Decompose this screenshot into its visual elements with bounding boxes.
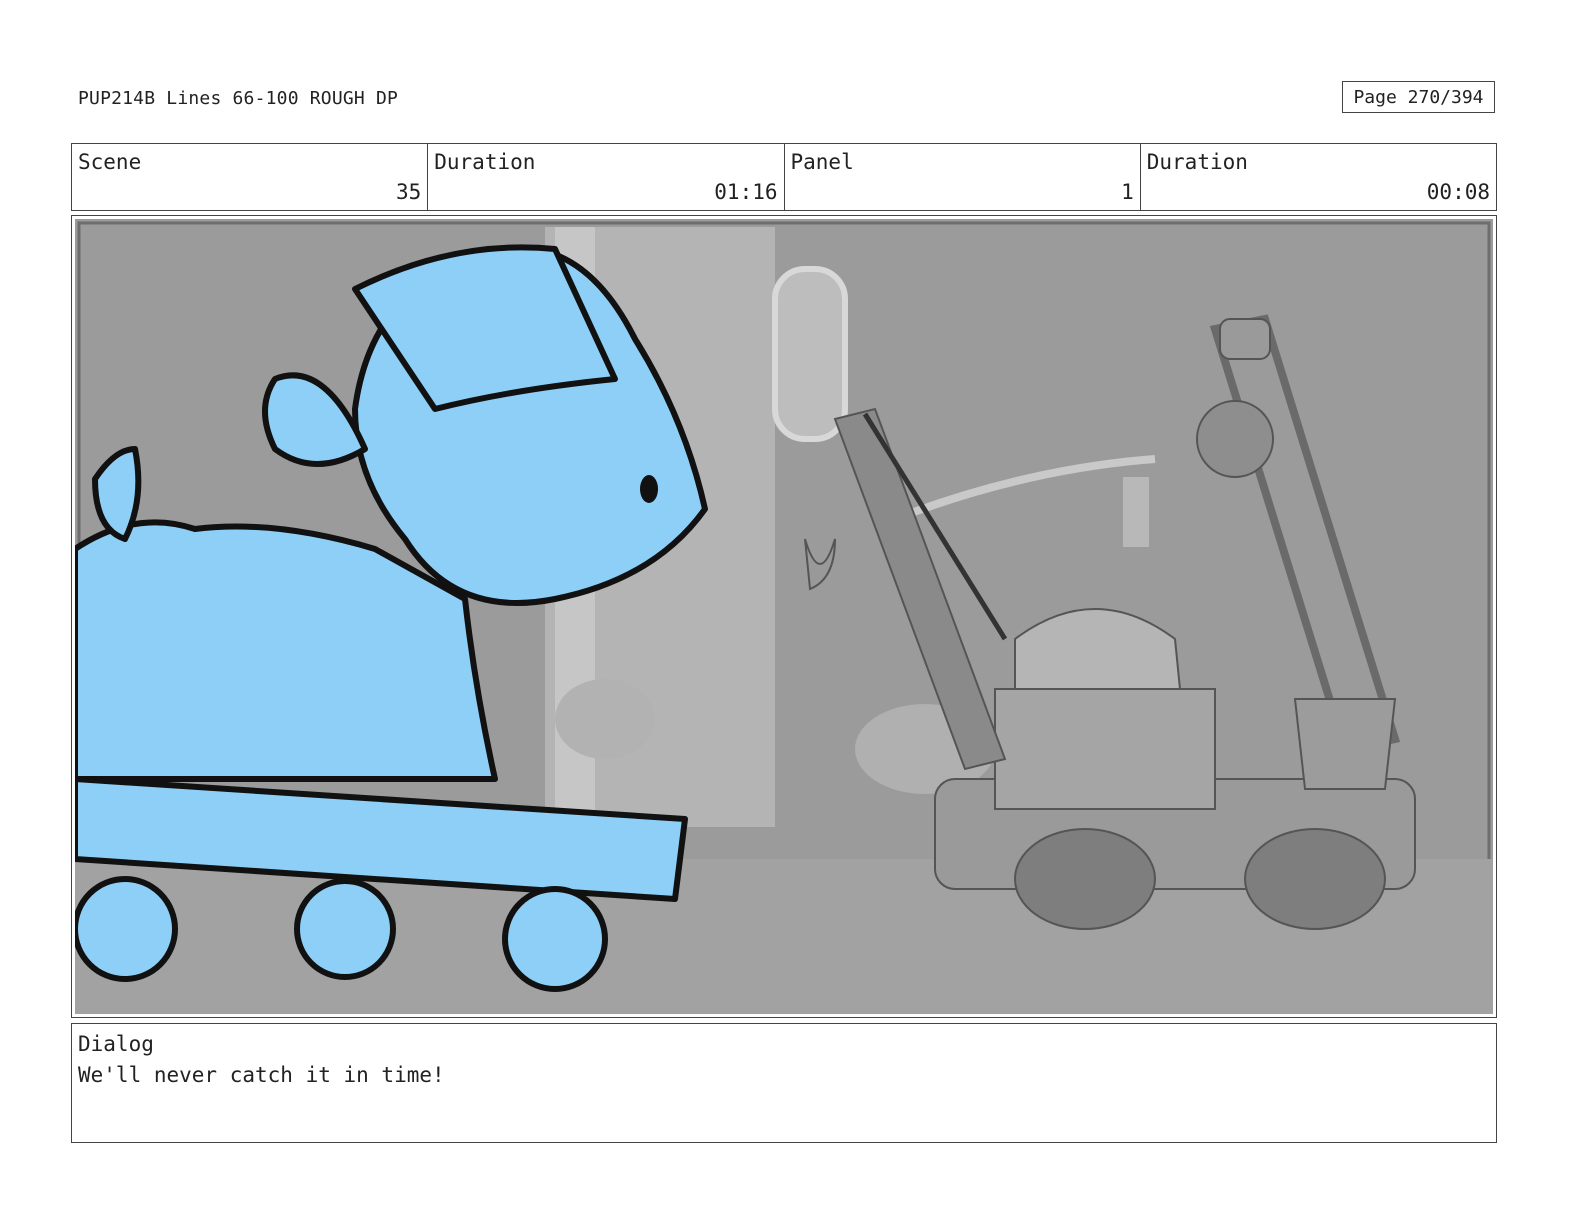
scene-duration-label: Duration (434, 150, 536, 174)
dialog-label: Dialog (78, 1032, 154, 1056)
dialog-text: We'll never catch it in time! (78, 1063, 445, 1087)
panel-duration-value: 00:08 (1426, 180, 1490, 204)
scene-duration-cell: Duration 01:16 (428, 144, 785, 210)
storyboard-frame-image (75, 219, 1493, 1014)
dialog-box: Dialog We'll never catch it in time! (71, 1023, 1497, 1143)
panel-label: Panel (790, 150, 854, 174)
scene-value: 35 (395, 180, 422, 204)
panel-cell: Panel 1 (785, 144, 1141, 210)
background-dome (555, 679, 655, 759)
traffic-light (1123, 477, 1149, 547)
page-number: Page 270/394 (1342, 81, 1495, 113)
panel-value: 1 (1121, 180, 1134, 204)
scene-label: Scene (78, 150, 142, 174)
panel-duration-label: Duration (1146, 150, 1248, 174)
streetlight-sign (772, 266, 848, 442)
scene-duration-value: 01:16 (714, 180, 778, 204)
scene-cell: Scene 35 (72, 144, 429, 210)
storyboard-panel (71, 215, 1497, 1018)
scene-info-table: Scene 35 Duration 01:16 Panel 1 Duration… (71, 143, 1497, 211)
panel-duration-cell: Duration 00:08 (1141, 144, 1496, 210)
document-title: PUP214B Lines 66-100 ROUGH DP (78, 88, 399, 109)
